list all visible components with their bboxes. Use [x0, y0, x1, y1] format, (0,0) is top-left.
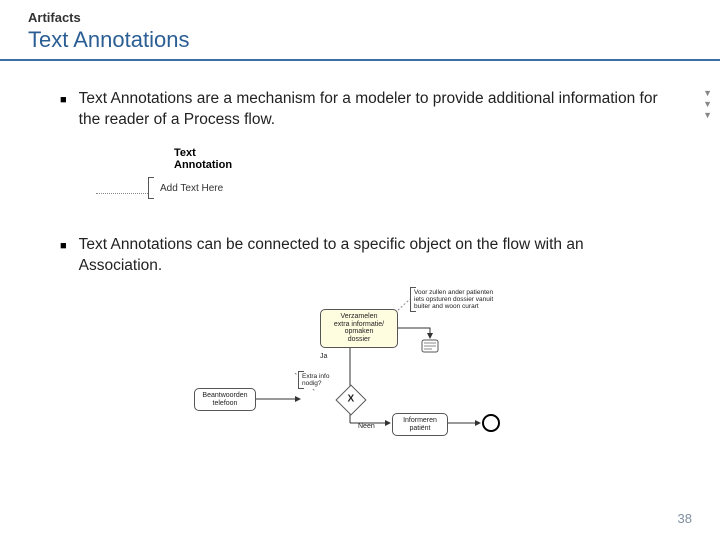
flow-label-yes: Ja	[320, 353, 327, 360]
bullet-item: ■ Text Annotations are a mechanism for a…	[60, 89, 660, 131]
page-title: Text Annotations	[28, 27, 692, 53]
annotation-example-small: Text Annotation Add Text Here	[96, 147, 266, 199]
bullet-text: Text Annotations are a mechanism for a m…	[79, 89, 660, 131]
marker-triangle-icon: ▼	[703, 110, 712, 120]
bullet-square-icon: ■	[60, 239, 67, 277]
side-triangle-markers: ▼ ▼ ▼	[703, 88, 712, 120]
text-annotation-note: Voor zullen ander patienten iets opsture…	[410, 287, 500, 312]
bullet-square-icon: ■	[60, 93, 67, 131]
bpmn-end-event-icon	[482, 414, 500, 432]
bpmn-diagram-example: Voor zullen ander patienten iets opsture…	[180, 293, 540, 443]
slide-header: Artifacts Text Annotations	[0, 0, 720, 61]
marker-triangle-icon: ▼	[703, 99, 712, 109]
bullet-item: ■ Text Annotations can be connected to a…	[60, 235, 660, 277]
bpmn-task-left: Beantwoorden telefoon	[194, 388, 256, 411]
association-dotted-line-icon	[96, 193, 148, 194]
bpmn-task-main: Verzamelen extra informatie/ opmaken dos…	[320, 309, 398, 348]
annotation-hint-text: Add Text Here	[160, 183, 223, 194]
text-annotation-mid: Extra info nodig?	[298, 371, 340, 389]
bpmn-task-bottom: Informeren patiënt	[392, 413, 448, 436]
marker-triangle-icon: ▼	[703, 88, 712, 98]
slide-content: ■ Text Annotations are a mechanism for a…	[0, 61, 720, 443]
kicker-text: Artifacts	[28, 10, 692, 25]
annotation-bracket-icon	[148, 177, 154, 199]
page-number: 38	[678, 511, 692, 526]
flow-label-no: Neen	[358, 423, 375, 430]
bpmn-gateway-icon: X	[335, 384, 366, 415]
annotation-label: Text Annotation	[174, 147, 266, 171]
bullet-text: Text Annotations can be connected to a s…	[79, 235, 660, 277]
